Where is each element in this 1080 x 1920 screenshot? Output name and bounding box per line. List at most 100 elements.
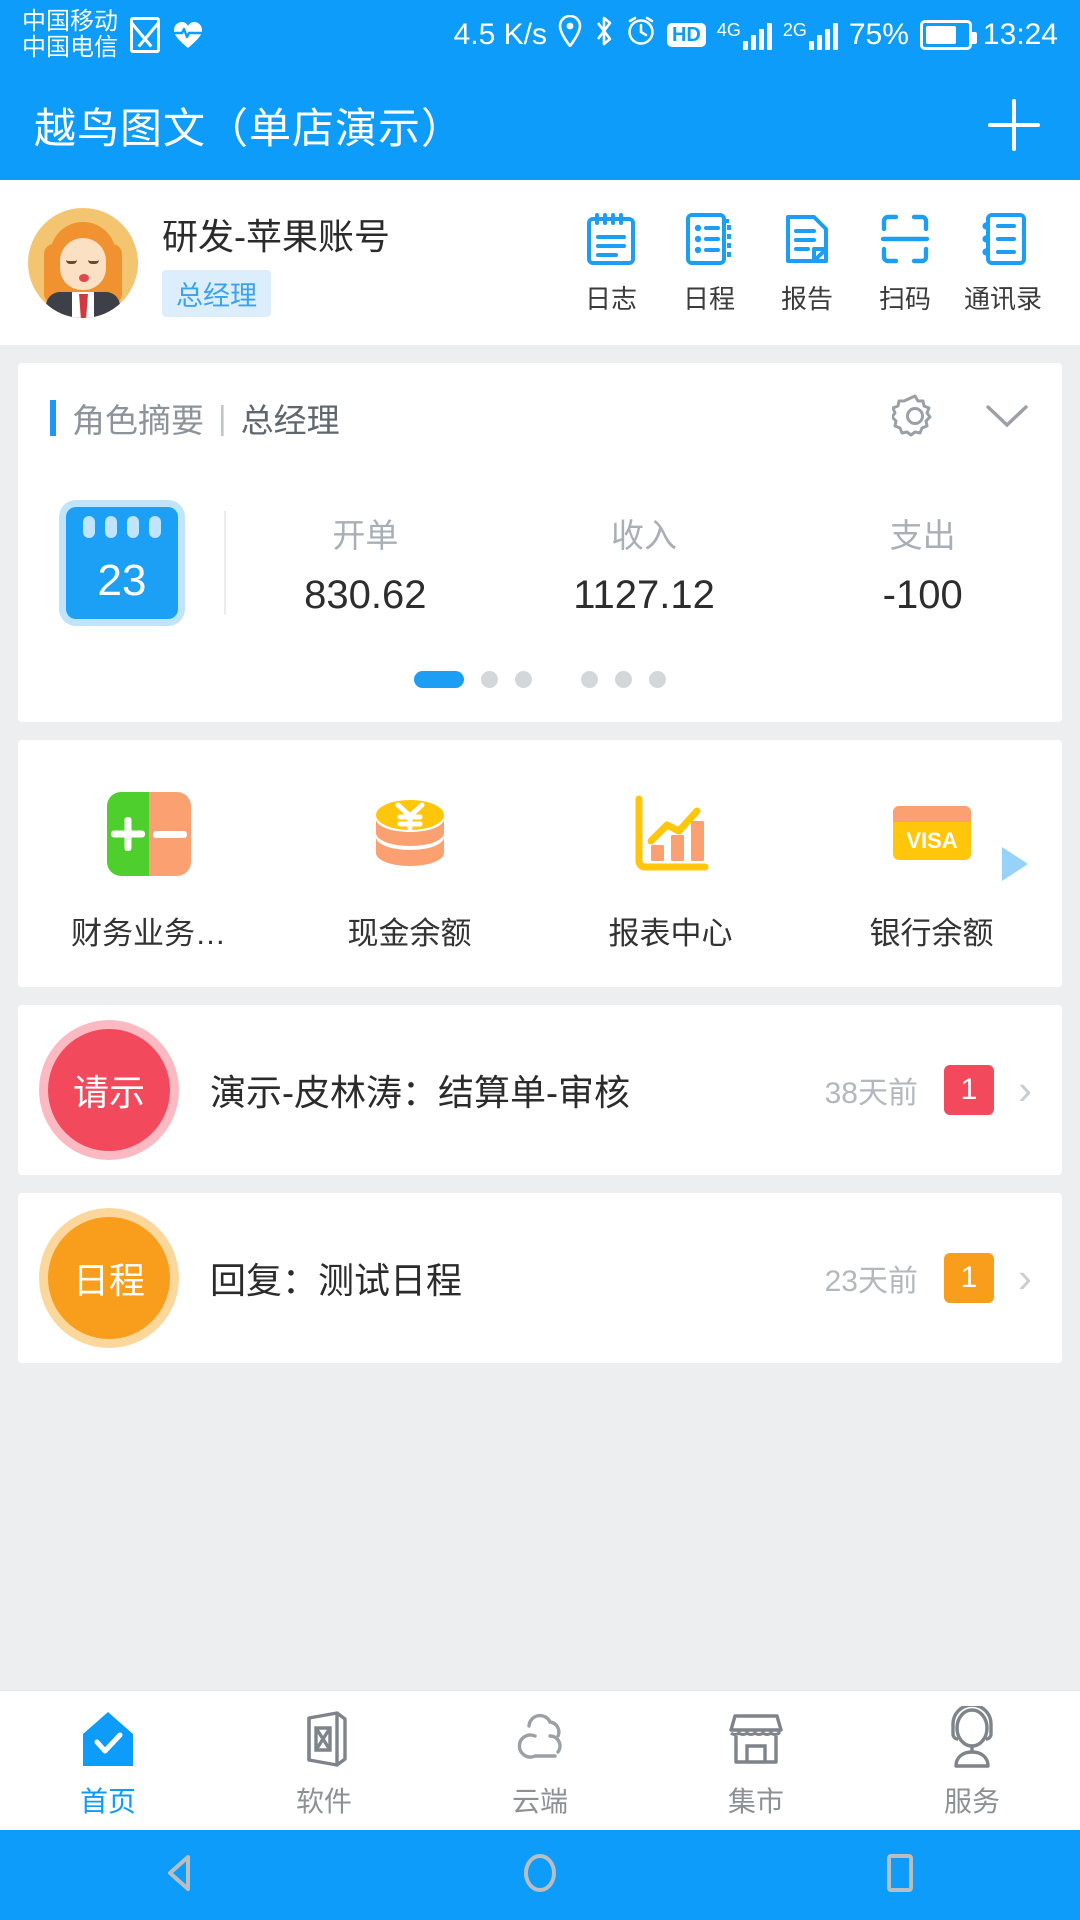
quick-action-log[interactable]: 日志 — [562, 209, 660, 316]
message-card-1: 请示 演示-皮林涛：结算单-审核 38天前 1 › — [18, 1005, 1062, 1175]
role-badge: 总经理 — [162, 270, 271, 317]
summary-separator: | — [218, 399, 227, 436]
battery-icon — [919, 20, 977, 50]
unread-count-badge: 1 — [944, 1065, 994, 1115]
bottom-tab-bar: 首页 软件 云端 集市 服务 — [0, 1690, 1080, 1830]
carrier-labels: 中国移动 中国电信 — [22, 9, 118, 61]
stat-label: 收入 — [611, 516, 677, 554]
next-arrow-icon[interactable] — [1002, 846, 1028, 881]
grid-item-label: 报表中心 — [608, 916, 733, 951]
chevron-right-icon[interactable]: › — [1018, 1257, 1032, 1299]
clock-time: 13:24 — [982, 18, 1058, 51]
tab-service[interactable]: 服务 — [864, 1702, 1080, 1820]
battery-percent: 75% — [848, 18, 909, 51]
profile-strip: 研发-苹果账号 总经理 日志 日程 报告 扫码 通讯录 — [0, 180, 1080, 345]
sim2-signal: 2G — [783, 20, 838, 50]
location-icon — [558, 14, 582, 55]
tab-market[interactable]: 集市 — [648, 1702, 864, 1820]
role-summary-card: 角色摘要 | 总经理 23 开单 830.62 收入 1127.12 支出 -1… — [18, 363, 1062, 722]
back-triangle-icon[interactable] — [152, 1845, 208, 1906]
summary-stats-row: 23 开单 830.62 收入 1127.12 支出 -100 — [18, 473, 1062, 653]
tab-software[interactable]: 软件 — [216, 1702, 432, 1820]
quick-action-contacts[interactable]: 通讯录 — [954, 209, 1052, 316]
alarm-icon — [626, 16, 656, 54]
function-grid-card: 财务业务… 现金余额 报表中心 VISA 银行余额 — [18, 740, 1062, 987]
summary-subtitle: 总经理 — [240, 402, 340, 439]
contacts-icon — [977, 209, 1029, 269]
chevron-down-icon[interactable] — [984, 401, 1030, 436]
tab-cloud[interactable]: 云端 — [432, 1702, 648, 1820]
stat-cells: 开单 830.62 收入 1127.12 支出 -100 — [226, 509, 1062, 618]
quick-action-label: 通讯录 — [963, 284, 1042, 314]
stat-cell-orders[interactable]: 开单 830.62 — [226, 509, 505, 618]
coins-icon — [364, 786, 456, 882]
agenda-icon — [683, 209, 735, 269]
message-type-badge: 日程 — [48, 1217, 170, 1339]
notepad-icon — [585, 209, 637, 269]
message-time: 23天前 — [824, 1265, 918, 1298]
tab-label: 服务 — [943, 1785, 1000, 1817]
message-type-badge: 请示 — [48, 1029, 170, 1151]
stat-label: 开单 — [332, 516, 399, 554]
bluetooth-icon — [593, 15, 615, 55]
avatar[interactable] — [28, 207, 138, 318]
pagination-dot[interactable] — [414, 671, 464, 688]
grid-item-finance[interactable]: 财务业务… — [18, 786, 279, 953]
tab-home[interactable]: 首页 — [0, 1702, 216, 1820]
pagination-dot[interactable] — [615, 671, 632, 688]
list-item[interactable]: 请示 演示-皮林涛：结算单-审核 38天前 1 › — [18, 1005, 1062, 1175]
calendar-icon: 23 — [66, 507, 178, 619]
quick-action-report[interactable]: 报告 — [758, 209, 856, 316]
grid-item-label: 银行余额 — [869, 916, 994, 951]
chevron-right-icon[interactable]: › — [1018, 1069, 1032, 1111]
plus-minus-icon — [106, 786, 191, 882]
visa-card-icon: VISA — [885, 786, 979, 882]
pagination-dot[interactable] — [481, 671, 498, 688]
grid-item-label: 财务业务… — [71, 916, 226, 951]
carrier-line-2: 中国电信 — [22, 34, 118, 61]
quick-action-schedule[interactable]: 日程 — [660, 209, 758, 316]
accent-bar — [50, 400, 56, 436]
gear-icon[interactable] — [890, 393, 938, 444]
summary-title: 角色摘要 — [72, 402, 204, 439]
message-title: 回复：测试日程 — [210, 1260, 463, 1301]
pagination-dot[interactable] — [649, 671, 666, 688]
sim1-network-label: 4G — [716, 20, 741, 40]
pagination-dot[interactable] — [581, 671, 598, 688]
recents-square-icon[interactable] — [872, 1845, 928, 1906]
message-title: 演示-皮林涛：结算单-审核 — [210, 1072, 630, 1113]
cloud-icon — [505, 1702, 575, 1776]
tab-label: 软件 — [295, 1785, 352, 1817]
grid-item-cash[interactable]: 现金余额 — [279, 786, 540, 953]
scan-icon — [878, 209, 932, 269]
stat-cell-income[interactable]: 收入 1127.12 — [505, 509, 784, 618]
quick-action-label: 日志 — [584, 284, 637, 314]
carrier-line-1: 中国移动 — [22, 8, 118, 36]
home-circle-icon[interactable] — [512, 1845, 568, 1906]
unread-count-badge: 1 — [944, 1253, 994, 1303]
quick-action-label: 扫码 — [878, 284, 931, 314]
quick-action-scan[interactable]: 扫码 — [856, 209, 954, 316]
quick-action-row: 日志 日程 报告 扫码 通讯录 — [562, 209, 1052, 316]
home-check-icon — [75, 1702, 141, 1776]
stat-cell-expense[interactable]: 支出 -100 — [783, 509, 1062, 618]
bar-chart-icon — [625, 786, 717, 882]
tab-label: 云端 — [511, 1785, 568, 1817]
status-bar: 中国移动 中国电信 4.5 K/s HD 4G 2G 75% 13:24 — [0, 0, 1080, 70]
tab-label: 集市 — [727, 1785, 784, 1817]
carousel-pagination[interactable] — [18, 653, 1062, 722]
summary-card-header: 角色摘要 | 总经理 — [18, 363, 1062, 473]
summary-card-actions — [890, 393, 1030, 444]
user-name: 研发-苹果账号 — [162, 216, 390, 257]
quick-action-label: 报告 — [780, 284, 833, 314]
list-item[interactable]: 日程 回复：测试日程 23天前 1 › — [18, 1193, 1062, 1363]
svg-text:VISA: VISA — [906, 828, 957, 853]
headset-icon — [939, 1702, 1005, 1776]
function-grid: 财务业务… 现金余额 报表中心 VISA 银行余额 — [18, 740, 1062, 987]
stat-value: 830.62 — [304, 572, 427, 617]
pagination-dot[interactable] — [515, 671, 532, 688]
page-title: 越鸟图文（单店演示） — [34, 104, 465, 152]
sim2-network-label: 2G — [782, 20, 807, 40]
add-button[interactable] — [982, 93, 1046, 157]
grid-item-reports[interactable]: 报表中心 — [540, 786, 801, 953]
